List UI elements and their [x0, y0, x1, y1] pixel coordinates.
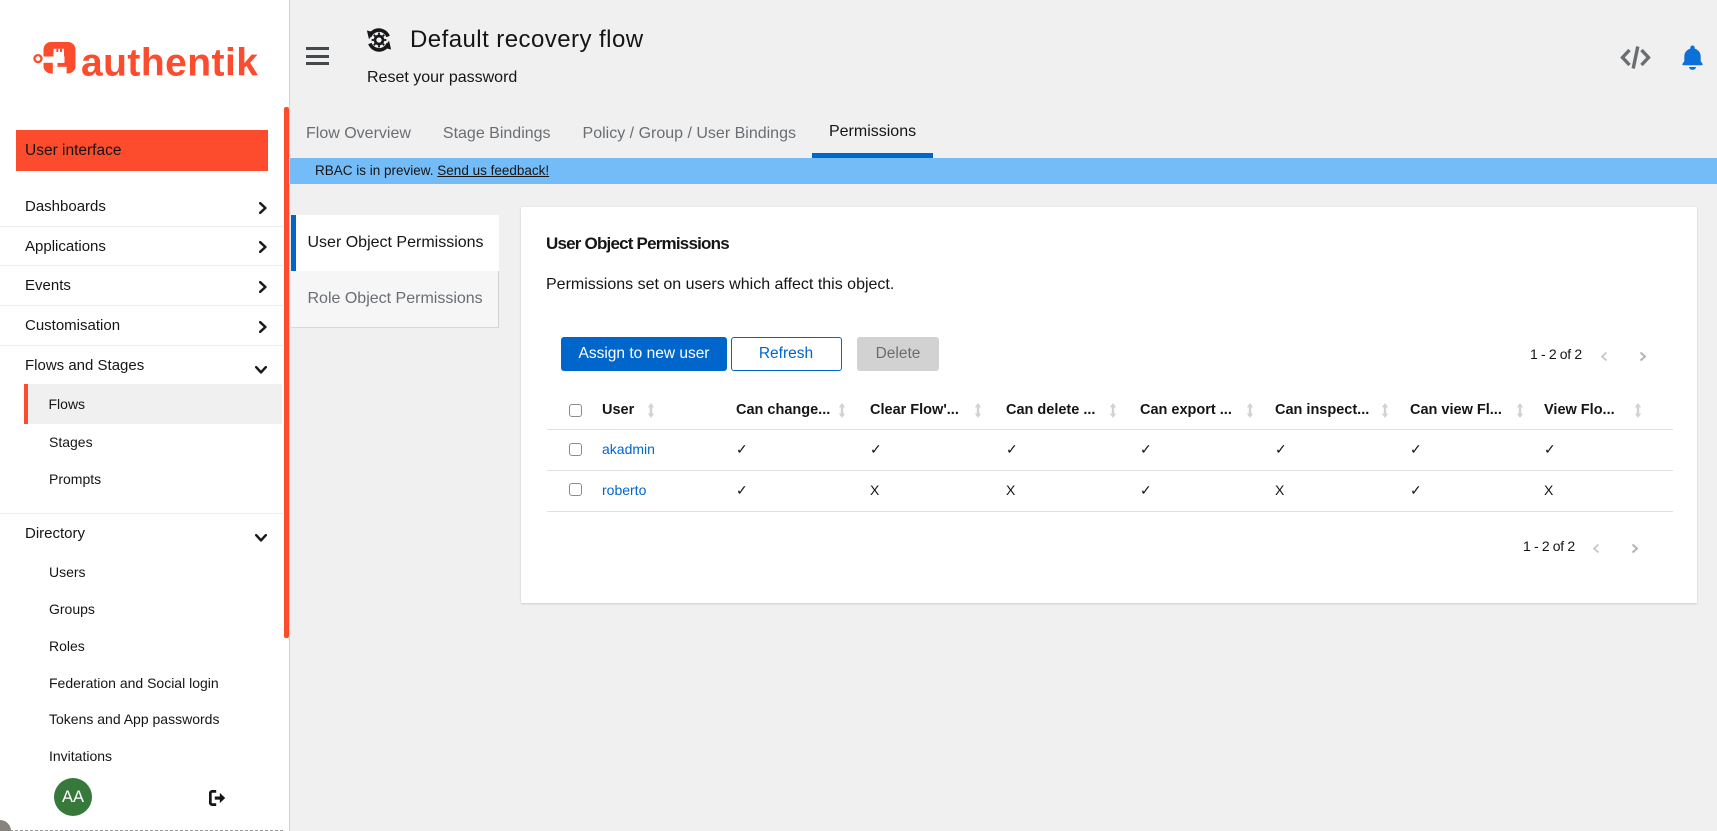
- svg-text:authentik: authentik: [81, 41, 258, 84]
